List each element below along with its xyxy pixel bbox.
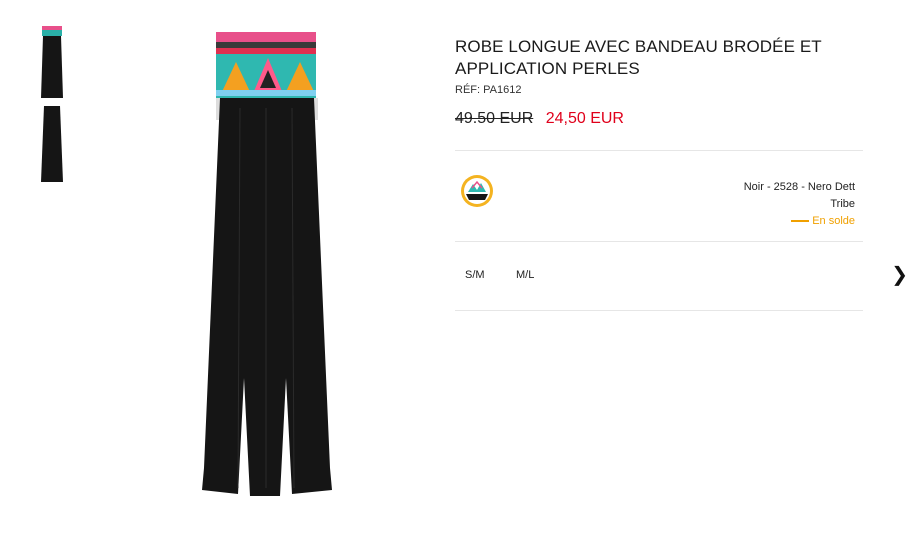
sale-dash-icon <box>791 220 810 223</box>
thumbnail-back[interactable] <box>36 104 68 184</box>
divider <box>455 310 863 311</box>
chevron-right-icon[interactable]: ❯ <box>891 262 906 286</box>
thumbnail-front[interactable] <box>36 24 68 100</box>
thumbnail-list <box>36 24 72 188</box>
sale-label: En solde <box>812 215 855 227</box>
color-variant-row: Noir - 2528 - Nero Dett Tribe En solde <box>455 151 865 241</box>
sale-price: 24,50 EUR <box>545 110 624 127</box>
color-description: Noir - 2528 - Nero Dett Tribe En solde <box>744 179 855 230</box>
price-block: 49.50 EUR 24,50 EUR <box>455 110 865 128</box>
sale-badge: En solde <box>744 213 855 230</box>
size-selector: S/M M/L <box>455 242 865 310</box>
old-price: 49.50 EUR <box>455 110 534 127</box>
size-option-ml[interactable]: M/L <box>516 269 534 281</box>
product-reference: RÉF: PA1612 <box>455 84 522 96</box>
color-name-line2: Tribe <box>830 198 855 210</box>
dress-illustration <box>202 32 332 496</box>
product-title: ROBE LONGUE AVEC BANDEAU BRODÉE ET APPLI… <box>455 37 822 78</box>
product-info: ROBE LONGUE AVEC BANDEAU BRODÉE ET APPLI… <box>455 36 865 311</box>
size-option-sm[interactable]: S/M <box>465 269 485 281</box>
color-name-line1: Noir - 2528 - Nero Dett <box>743 181 855 193</box>
product-main-image <box>180 28 360 508</box>
color-swatch-icon[interactable] <box>460 174 494 208</box>
